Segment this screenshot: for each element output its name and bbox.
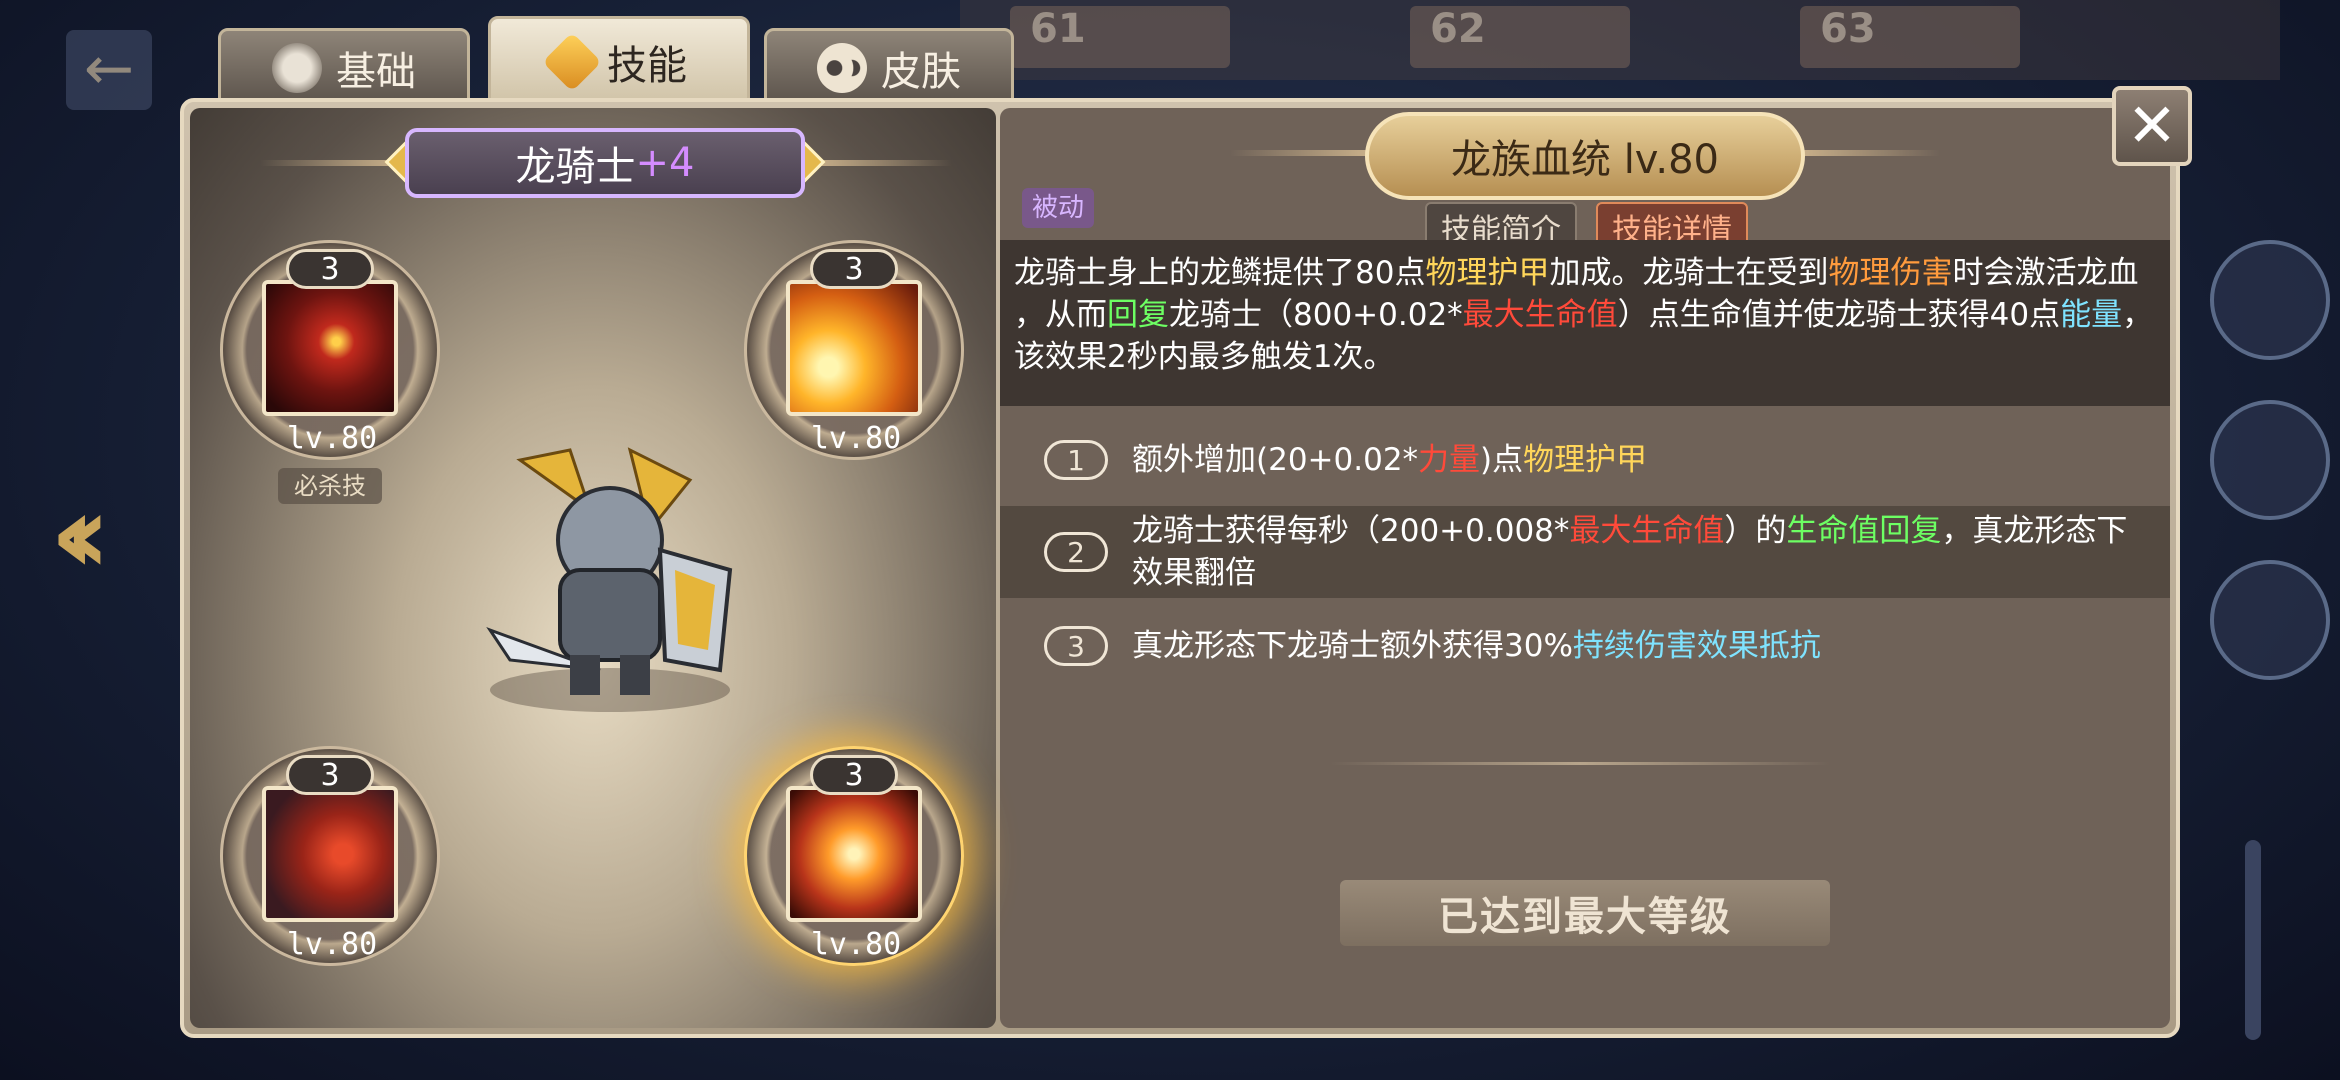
- skill-level-badge: 3: [810, 249, 898, 289]
- close-icon: ✕: [2126, 91, 2178, 161]
- skill-level-text: lv.80: [810, 421, 902, 456]
- upgrade-row-1: 1 额外增加(20+0.02*力量)点物理护甲: [1000, 426, 2170, 494]
- upgrade-number: 1: [1044, 440, 1108, 480]
- nameplate-wing: [812, 160, 952, 166]
- ultimate-label: 必杀技: [278, 468, 382, 504]
- background-stage-number: 63: [1820, 6, 1876, 52]
- keyword-max-hp: 最大生命值: [1569, 513, 1725, 549]
- background-menu-icon: [2210, 400, 2330, 520]
- keyword-physical-armor: 物理护甲: [1425, 255, 1550, 291]
- dragon-head-skill-icon[interactable]: [262, 280, 398, 416]
- title-wing-ornament: [1800, 150, 1940, 156]
- skill-emblem-icon: [542, 32, 602, 92]
- skill-description: 龙骑士身上的龙鳞提供了80点物理护甲加成。龙骑士在受到物理伤害时会激活龙血 ，从…: [1000, 240, 2170, 406]
- skill-level-text: lv.80: [286, 927, 378, 962]
- keyword-physical-armor: 物理护甲: [1523, 442, 1648, 478]
- keyword-energy: 能量: [2060, 297, 2123, 333]
- keyword-dot-resist: 持续伤害效果抵抗: [1572, 628, 1821, 664]
- description-text: ）点生命值并使龙骑士获得40点: [1617, 297, 2061, 333]
- passive-tag: 被动: [1022, 188, 1094, 228]
- description-line: ，从而回复龙骑士（800+0.02*最大生命值）点生命值并使龙骑士获得40点能量…: [1014, 294, 2160, 336]
- tab-label: 皮肤: [881, 49, 961, 95]
- previous-hero-arrow-icon[interactable]: ‹‹: [50, 470, 110, 598]
- description-text: 加成。龙骑士在受到: [1549, 255, 1829, 291]
- dragon-claw-skill-icon[interactable]: [262, 786, 398, 922]
- upgrade-text-part: 额外增加(20+0.02*: [1132, 442, 1419, 478]
- tab-skills[interactable]: 技能: [488, 16, 750, 108]
- max-level-indicator: 已达到最大等级: [1340, 880, 1830, 946]
- tab-skins[interactable]: 皮肤: [764, 28, 1014, 108]
- description-line: 该效果2秒内最多触发1次。: [1014, 339, 1395, 375]
- upgrade-text: 龙骑士获得每秒（200+0.008*最大生命值）的生命值回复，真龙形态下效果翻倍: [1132, 510, 2127, 594]
- description-line: 龙骑士身上的龙鳞提供了80点物理护甲加成。龙骑士在受到物理伤害时会激活龙血: [1014, 252, 2160, 294]
- background-menu-icon: [2210, 240, 2330, 360]
- description-text: ，: [2122, 297, 2154, 333]
- hero-name-plate: 龙骑士 +4: [405, 128, 805, 198]
- description-text: 龙骑士（800+0.02*: [1169, 297, 1463, 333]
- keyword-strength: 力量: [1418, 442, 1481, 478]
- back-arrow-icon: ←: [66, 30, 152, 110]
- upgrade-text-part: ）的: [1724, 513, 1787, 549]
- hero-star-plus: +4: [635, 140, 695, 186]
- dragon-bloodline-skill-icon[interactable]: [786, 786, 922, 922]
- upgrade-text-part: 真龙形态下龙骑士额外获得30%: [1132, 628, 1573, 664]
- keyword-max-hp: 最大生命值: [1462, 297, 1618, 333]
- description-text: ，从而: [1014, 297, 1107, 333]
- mask-icon: [817, 43, 867, 93]
- upgrade-text-part: )点: [1480, 442, 1524, 478]
- description-text: 时会激活龙血: [1952, 255, 2139, 291]
- dragon-knight-hero-figure: [450, 420, 770, 720]
- background-scrollbar: [2245, 840, 2261, 1040]
- nameplate-wing: [260, 160, 400, 166]
- skill-title: 龙族血统 lv.80: [1365, 112, 1805, 200]
- upgrade-text: 真龙形态下龙骑士额外获得30%持续伤害效果抵抗: [1132, 625, 1821, 667]
- upgrade-row-2: 2 龙骑士获得每秒（200+0.008*最大生命值）的生命值回复，真龙形态下效果…: [1000, 506, 2170, 598]
- dragon-breath-skill-icon[interactable]: [786, 280, 922, 416]
- background-stage-number: 62: [1430, 6, 1486, 52]
- upgrade-text-part: ，真龙形态下: [1941, 513, 2128, 549]
- hero-name: 龙骑士: [515, 144, 636, 190]
- background-menu-icon: [2210, 560, 2330, 680]
- upgrade-row-3: 3 真龙形态下龙骑士额外获得30%持续伤害效果抵抗: [1000, 612, 2170, 680]
- tab-label: 基础: [336, 49, 416, 95]
- helmet-icon: [272, 43, 322, 93]
- description-text: 龙骑士身上的龙鳞提供了80点: [1014, 255, 1426, 291]
- skill-level-badge: 3: [286, 755, 374, 795]
- background-stage-number: 61: [1030, 6, 1086, 52]
- keyword-physical-damage: 物理伤害: [1828, 255, 1953, 291]
- tab-label: 技能: [607, 43, 687, 89]
- close-button[interactable]: ✕: [2112, 86, 2192, 166]
- section-divider: [1330, 762, 1830, 765]
- upgrade-number: 2: [1044, 532, 1108, 572]
- skill-level-badge: 3: [810, 755, 898, 795]
- keyword-heal: 回复: [1107, 297, 1169, 333]
- skill-level-badge: 3: [286, 249, 374, 289]
- skill-level-text: lv.80: [286, 421, 378, 456]
- upgrade-text-part: 效果翻倍: [1132, 555, 1256, 591]
- tab-basic[interactable]: 基础: [218, 28, 470, 108]
- skill-level-text: lv.80: [810, 927, 902, 962]
- title-wing-ornament: [1230, 150, 1370, 156]
- upgrade-number: 3: [1044, 626, 1108, 666]
- keyword-hp-regen: 生命值回复: [1786, 513, 1942, 549]
- upgrade-text-part: 龙骑士获得每秒（200+0.008*: [1132, 513, 1570, 549]
- upgrade-text: 额外增加(20+0.02*力量)点物理护甲: [1132, 439, 1647, 481]
